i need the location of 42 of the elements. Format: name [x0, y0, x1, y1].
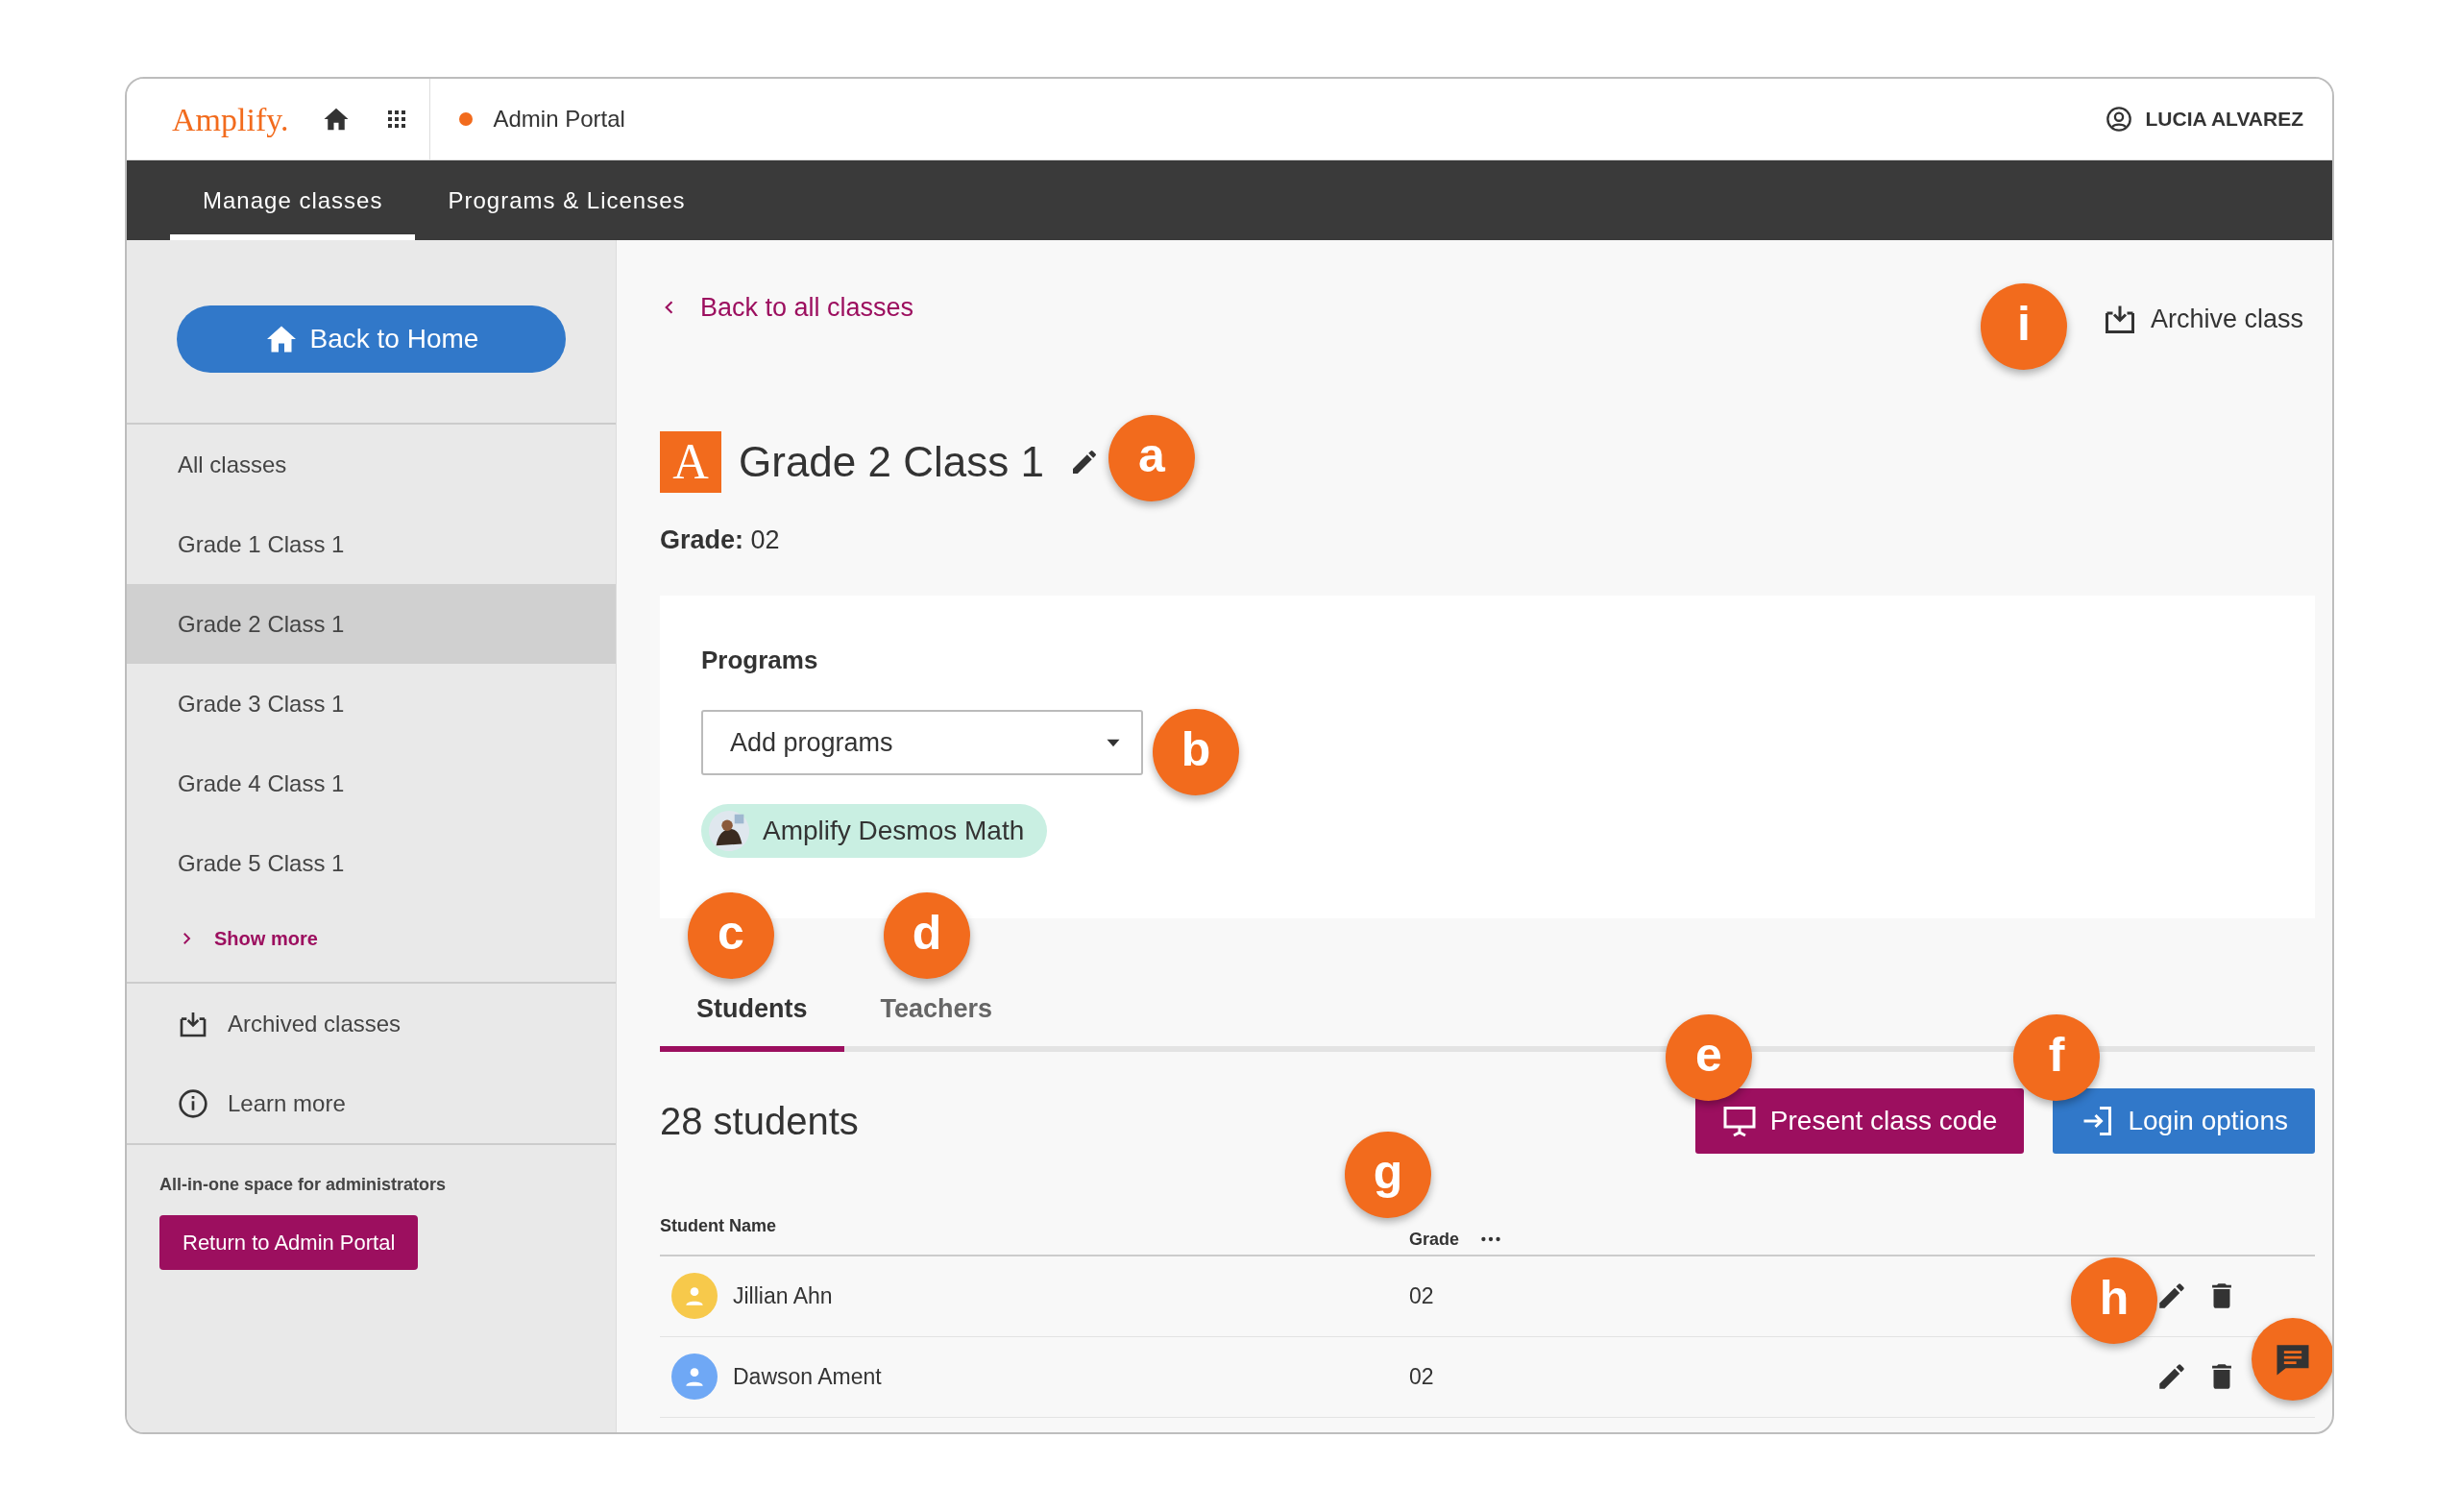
column-header: Grade — [1409, 1228, 1460, 1251]
callout-marker: c — [688, 892, 774, 979]
tab[interactable]: Teachers — [843, 989, 1030, 1052]
column-header: Student Name — [660, 1215, 777, 1235]
callout-marker: a — [1108, 415, 1195, 501]
admin-portal-button[interactable]: Return to Admin Portal — [159, 1215, 419, 1270]
callout-marker: i — [1981, 283, 2067, 370]
callout-marker: e — [1666, 1014, 1752, 1101]
callout-marker: h — [2071, 1257, 2157, 1344]
sidebar-link[interactable]: Archived classes — [127, 984, 616, 1063]
student-count: 28 students — [660, 1098, 859, 1144]
nav-tab[interactable]: Programs & Licenses — [415, 160, 718, 240]
sidebar-link[interactable]: Learn more — [127, 1063, 616, 1143]
sidebar-item[interactable]: Grade 1 Class 1 — [127, 504, 616, 584]
callout-marker: d — [884, 892, 970, 979]
program-chip[interactable]: Amplify Desmos Math — [701, 804, 1048, 858]
portal-name: Admin Portal — [493, 105, 625, 134]
callout-marker: g — [1345, 1132, 1431, 1218]
sidebar-item[interactable]: All classes — [127, 425, 616, 504]
callout-marker: f — [2013, 1014, 2100, 1101]
login-options-button[interactable]: Login options — [2053, 1087, 2315, 1154]
archive-button[interactable]: Archive class — [2102, 300, 2315, 339]
class-logo: A — [660, 430, 721, 493]
back-link[interactable]: Back to all classes — [660, 288, 914, 328]
grade-cell: 02 — [1409, 1282, 1434, 1308]
programs-dropdown[interactable]: Add programs — [701, 710, 1143, 775]
tab[interactable]: Students — [660, 989, 844, 1052]
student-name: Dawson Ament — [733, 1363, 882, 1389]
sidebar-item[interactable]: Grade 3 Class 1 — [127, 664, 616, 744]
student-name: Jillian Ahn — [733, 1282, 833, 1308]
present-code-button[interactable]: Present class code — [1694, 1087, 2025, 1154]
grade-cell: 02 — [1409, 1363, 1434, 1389]
sidebar-item[interactable]: Grade 2 Class 1 — [127, 584, 616, 664]
sidebar-caption: All-in-one space for administrators — [159, 1174, 448, 1196]
programs-heading: Programs — [701, 645, 819, 676]
grade-text: Grade: 02 — [660, 524, 781, 556]
class-title: Grade 2 Class 1 — [739, 436, 1044, 487]
back-home-button[interactable]: Back to Home — [177, 305, 566, 373]
user-name[interactable]: LUCIA ALVAREZ — [2145, 104, 2303, 134]
show-more-link[interactable]: Show more — [127, 903, 616, 982]
sidebar-item[interactable]: Grade 5 Class 1 — [127, 823, 616, 903]
sidebar-item[interactable]: Grade 4 Class 1 — [127, 744, 616, 823]
